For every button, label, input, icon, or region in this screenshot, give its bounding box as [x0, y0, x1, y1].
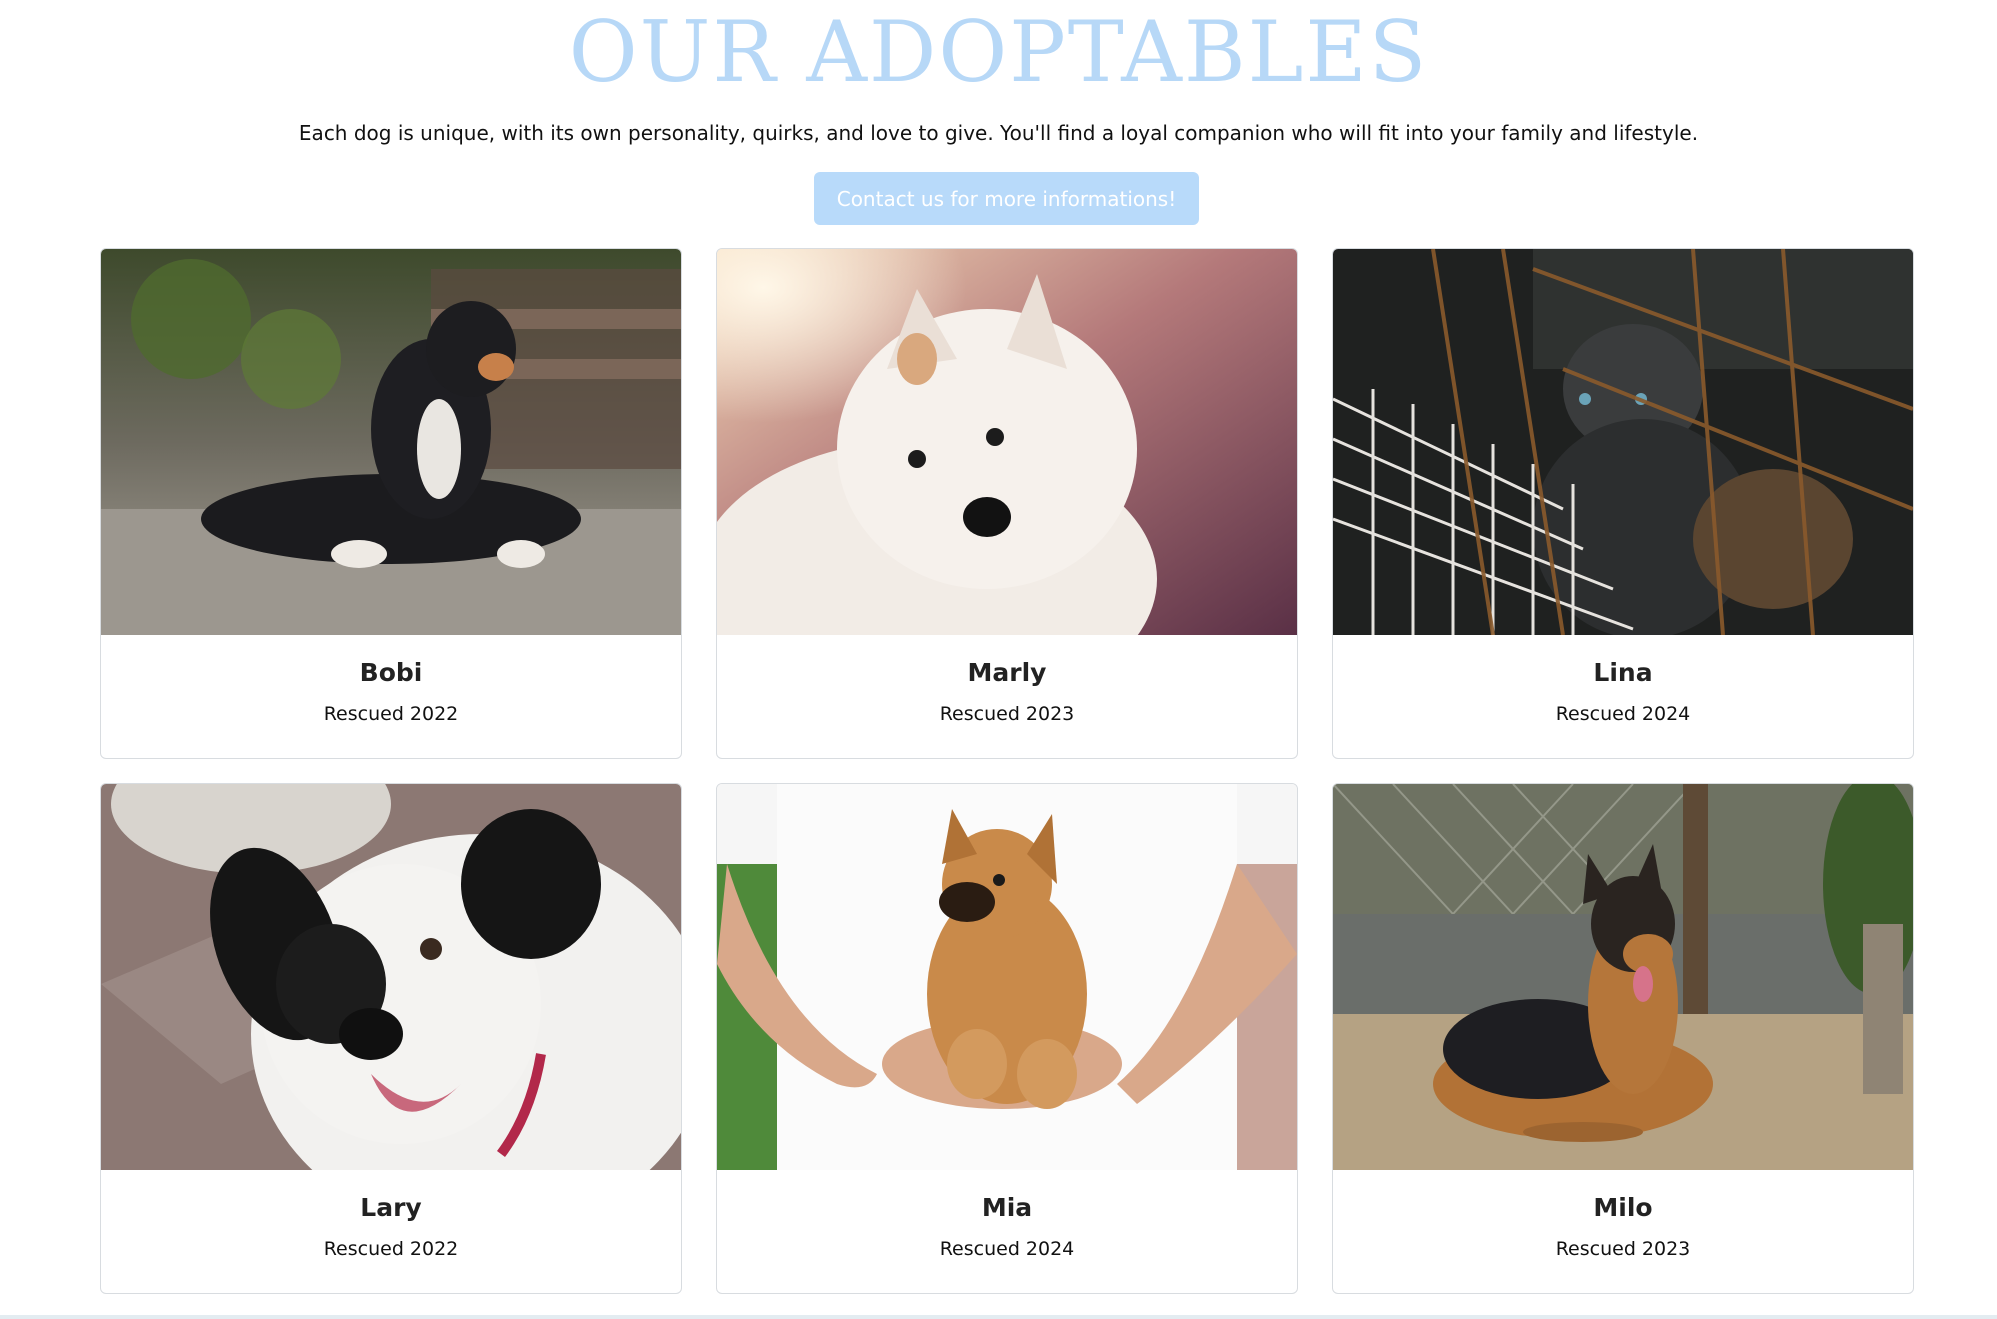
- dog-photo: [1333, 784, 1913, 1170]
- dog-card-body: Bobi Rescued 2022: [101, 635, 681, 758]
- dog-name: Marly: [967, 658, 1047, 687]
- dog-rescued-year: Rescued 2024: [1555, 703, 1691, 725]
- dog-card[interactable]: Bobi Rescued 2022: [100, 248, 682, 759]
- dog-rescued-year: Rescued 2022: [323, 703, 459, 725]
- dog-rescued-year: Rescued 2023: [1555, 1238, 1691, 1260]
- dog-card[interactable]: Milo Rescued 2023: [1332, 783, 1914, 1294]
- dog-rescued-year: Rescued 2023: [939, 703, 1075, 725]
- dog-card[interactable]: Lina Rescued 2024: [1332, 248, 1914, 759]
- dog-card[interactable]: Mia Rescued 2024: [716, 783, 1298, 1294]
- dog-name: Mia: [981, 1193, 1033, 1222]
- dog-card[interactable]: Marly Rescued 2023: [716, 248, 1298, 759]
- page-subtitle: Each dog is unique, with its own persona…: [298, 121, 1699, 145]
- contact-button[interactable]: Contact us for more informations!: [814, 172, 1199, 225]
- dog-name: Milo: [1593, 1193, 1653, 1222]
- dog-card-body: Marly Rescued 2023: [717, 635, 1297, 758]
- dog-name: Lary: [360, 1193, 422, 1222]
- dog-photo: [101, 249, 681, 635]
- dog-card-body: Lary Rescued 2022: [101, 1170, 681, 1293]
- footer-divider: [0, 1315, 1997, 1319]
- dog-photo: [1333, 249, 1913, 635]
- dog-name: Lina: [1593, 658, 1653, 687]
- dog-name: Bobi: [359, 658, 423, 687]
- dog-card-body: Lina Rescued 2024: [1333, 635, 1913, 758]
- dog-photo: [717, 784, 1297, 1170]
- dog-photo: [717, 249, 1297, 635]
- page-title: OUR ADOPTABLES: [568, 3, 1429, 101]
- adoptables-grid: Bobi Rescued 2022 Marly Rescued 2023 Lin…: [100, 248, 1914, 1294]
- dog-rescued-year: Rescued 2024: [939, 1238, 1075, 1260]
- dog-card-body: Milo Rescued 2023: [1333, 1170, 1913, 1293]
- dog-card-body: Mia Rescued 2024: [717, 1170, 1297, 1293]
- dog-card[interactable]: Lary Rescued 2022: [100, 783, 682, 1294]
- dog-rescued-year: Rescued 2022: [323, 1238, 459, 1260]
- dog-photo: [101, 784, 681, 1170]
